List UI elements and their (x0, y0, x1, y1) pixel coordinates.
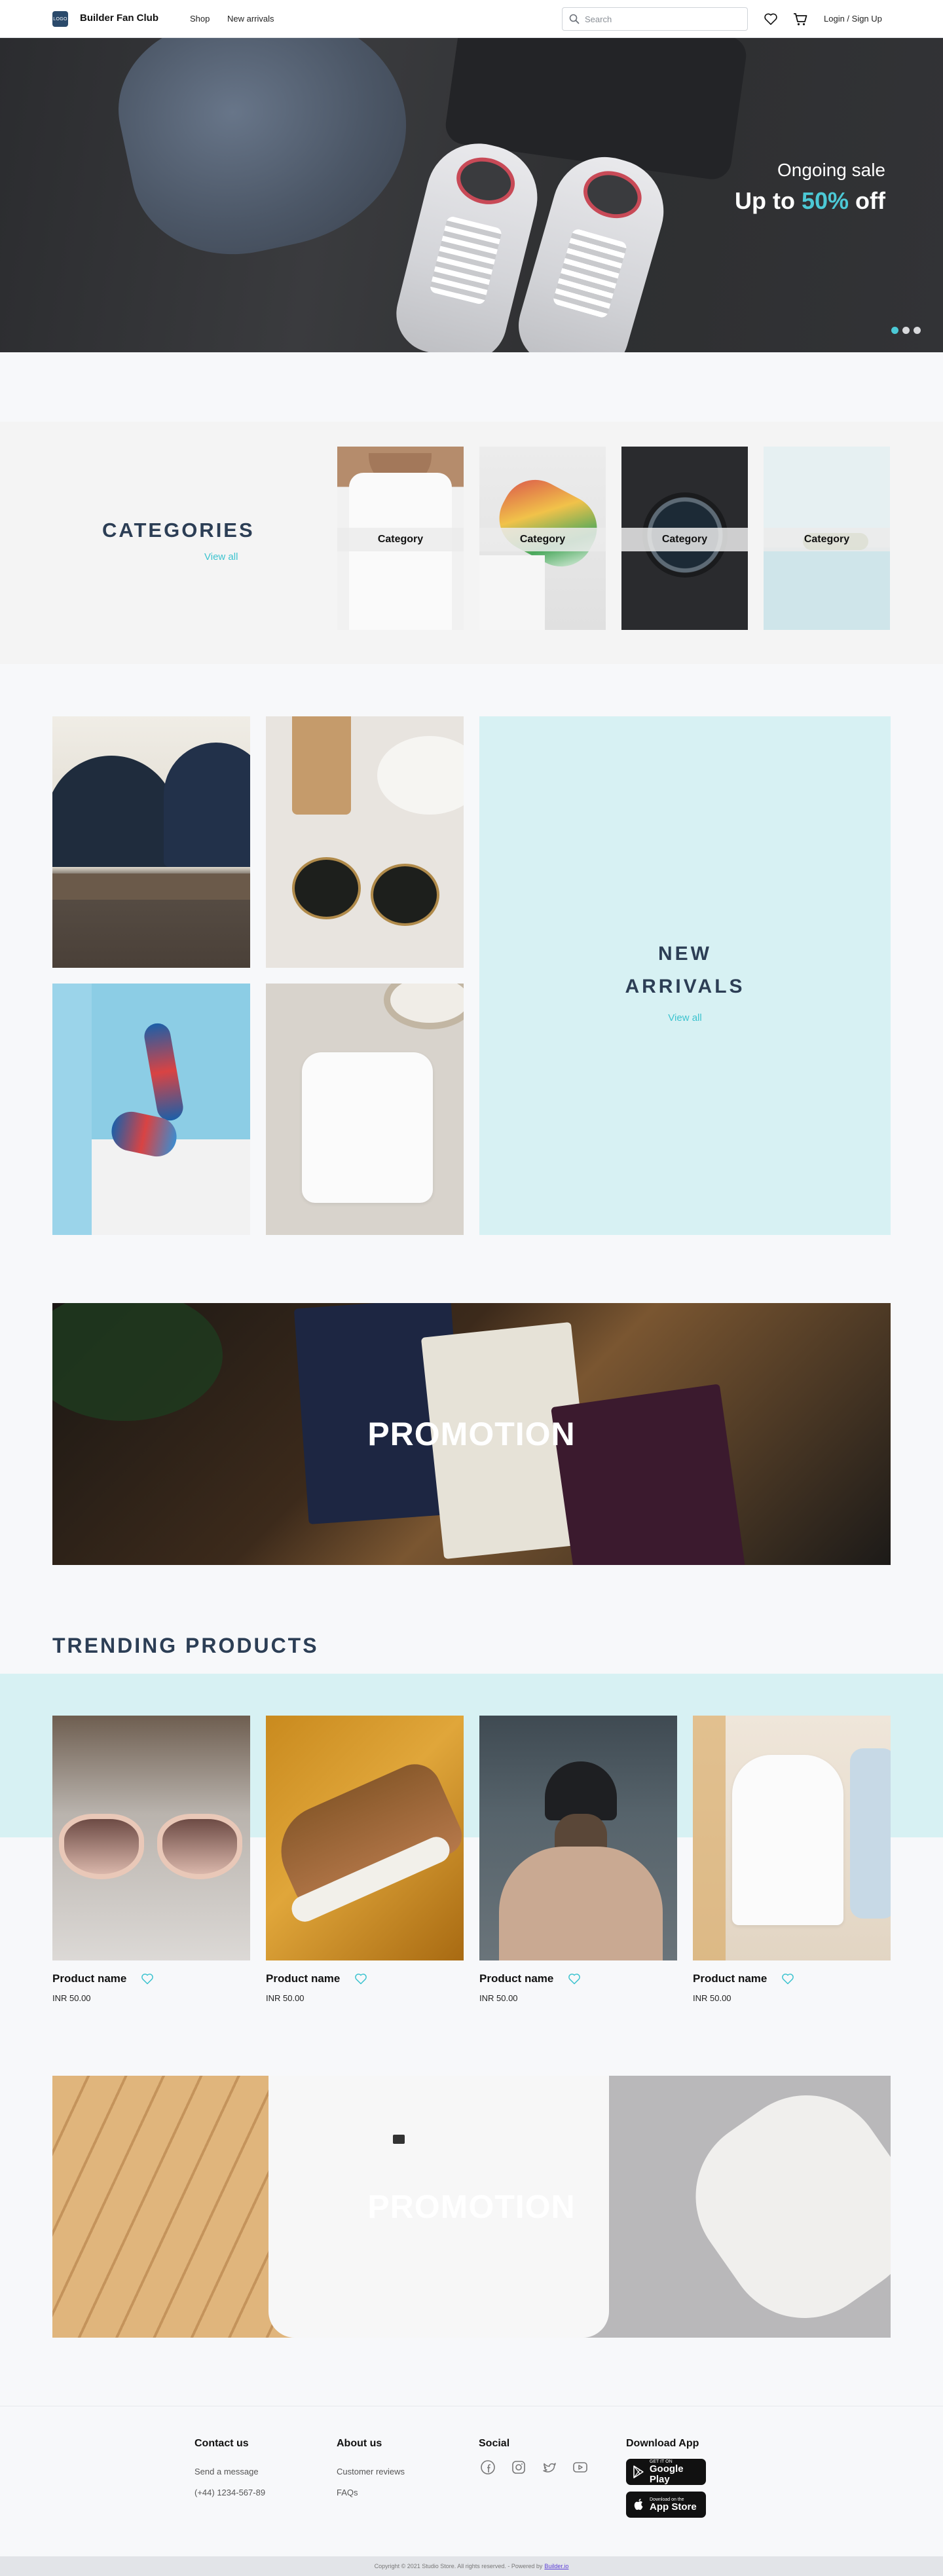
site-footer: Contact us Send a message (+44) 1234-567… (0, 2406, 943, 2556)
product-name[interactable]: Product name (52, 1972, 126, 1985)
carousel-dot-3[interactable] (914, 327, 921, 334)
nav-new-arrivals-link[interactable]: New arrivals (227, 14, 274, 24)
hero-title-accent: 50% (801, 187, 849, 214)
facebook-icon[interactable] (480, 2459, 496, 2475)
category-label: Category (621, 528, 748, 551)
logo-text: LOGO (53, 16, 67, 22)
arrival-tile-sunglasses[interactable] (266, 716, 464, 968)
category-card-sunglasses[interactable]: Category (764, 447, 890, 630)
footer-about-heading: About us (337, 2438, 382, 2449)
promotion-label: PROMOTION (367, 2188, 576, 2225)
arrival-tile-tshirt[interactable] (266, 984, 464, 1235)
new-arrivals-title-line2: ARRIVALS (625, 976, 745, 997)
faqs-link[interactable]: FAQs (337, 2488, 358, 2497)
arrival-tile-heels[interactable] (52, 984, 250, 1235)
search-input[interactable] (585, 14, 735, 24)
copyright-bar: Copyright © 2021 Studio Store. All right… (0, 2556, 943, 2576)
search-box[interactable] (562, 7, 748, 31)
heart-icon[interactable] (354, 1972, 367, 1985)
google-play-icon (633, 2465, 644, 2478)
heart-icon[interactable] (781, 1972, 794, 1985)
categories-view-all-link[interactable]: View all (204, 551, 238, 562)
product-image-sunglasses[interactable] (52, 1716, 250, 1960)
google-play-big-text: Google Play (649, 2463, 684, 2485)
product-name[interactable]: Product name (693, 1972, 767, 1985)
cart-icon[interactable] (792, 10, 809, 28)
logo-icon[interactable]: LOGO (52, 11, 68, 27)
category-card-watch[interactable]: Category (621, 447, 748, 630)
hero-sneaker-right (509, 144, 676, 352)
category-card-sneaker[interactable]: Category (479, 447, 606, 630)
brand-name[interactable]: Builder Fan Club (80, 12, 158, 24)
product-image-sneaker[interactable] (266, 1716, 464, 1960)
carousel-dots (891, 327, 921, 334)
product-name[interactable]: Product name (266, 1972, 340, 1985)
footer-social-heading: Social (479, 2438, 510, 2449)
promotion-banner-shirts[interactable]: PROMOTION (52, 1303, 891, 1565)
app-store-button[interactable]: Download on the App Store (626, 2492, 706, 2518)
new-arrivals-title: NEW ARRIVALS (479, 938, 891, 1003)
product-price: INR 50.00 (266, 1993, 305, 2003)
new-arrivals-title-line1: NEW (658, 943, 712, 965)
apple-icon (634, 2499, 643, 2511)
product-price: INR 50.00 (52, 1993, 91, 2003)
trending-products-title: TRENDING PRODUCTS (52, 1634, 319, 1657)
hero-title-prefix: Up to (734, 187, 802, 214)
category-label: Category (337, 528, 464, 551)
heart-icon[interactable] (141, 1972, 154, 1985)
product-card: Product name INR 50.00 (266, 1716, 464, 2003)
category-card-tshirt[interactable]: Category (337, 447, 464, 630)
product-image-hoodie[interactable] (693, 1716, 891, 1960)
site-header: LOGO Builder Fan Club Shop New arrivals … (0, 0, 943, 38)
hero-title: Up to 50% off (735, 187, 885, 215)
arrival-tile-caps[interactable] (52, 716, 250, 968)
app-store-big-text: App Store (650, 2501, 697, 2512)
builder-io-link[interactable]: Builder.io (544, 2563, 568, 2569)
product-card: Product name INR 50.00 (479, 1716, 677, 2003)
phone-link[interactable]: (+44) 1234-567-89 (194, 2488, 265, 2497)
footer-contact-heading: Contact us (194, 2438, 249, 2449)
product-card: Product name INR 50.00 (52, 1716, 250, 2003)
hero-jeans-image (103, 38, 428, 274)
hero-banner: Ongoing sale Up to 50% off (0, 38, 943, 352)
customer-reviews-link[interactable]: Customer reviews (337, 2467, 405, 2476)
footer-download-heading: Download App (626, 2438, 699, 2449)
carousel-dot-1[interactable] (891, 327, 898, 334)
promotion-label: PROMOTION (367, 1416, 576, 1452)
new-arrivals-panel: NEW ARRIVALS View all (479, 716, 891, 1235)
heart-icon[interactable] (568, 1972, 581, 1985)
google-play-button[interactable]: GET IT ON Google Play (626, 2459, 706, 2485)
nav-shop-link[interactable]: Shop (190, 14, 210, 24)
youtube-icon[interactable] (572, 2459, 588, 2475)
new-arrivals-view-all-link[interactable]: View all (479, 1012, 891, 1023)
login-signup-link[interactable]: Login / Sign Up (824, 14, 882, 24)
product-image-cap[interactable] (479, 1716, 677, 1960)
category-label: Category (764, 528, 890, 551)
hero-title-suffix: off (849, 187, 885, 214)
product-price: INR 50.00 (693, 1993, 731, 2003)
product-name[interactable]: Product name (479, 1972, 553, 1985)
product-price: INR 50.00 (479, 1993, 518, 2003)
send-message-link[interactable]: Send a message (194, 2467, 259, 2476)
wishlist-heart-icon[interactable] (762, 10, 779, 28)
search-icon (569, 14, 580, 24)
categories-title: CATEGORIES (102, 519, 255, 542)
carousel-dot-2[interactable] (902, 327, 910, 334)
instagram-icon[interactable] (511, 2459, 527, 2475)
category-label: Category (479, 528, 606, 551)
hero-subtitle: Ongoing sale (777, 160, 885, 180)
promotion-banner-tshirt[interactable]: PROMOTION (52, 2076, 891, 2338)
copyright-text: Copyright © 2021 Studio Store. All right… (374, 2563, 543, 2569)
twitter-icon[interactable] (542, 2459, 557, 2475)
product-card: Product name INR 50.00 (693, 1716, 891, 2003)
categories-section: CATEGORIES View all Category Category Ca… (0, 422, 943, 664)
